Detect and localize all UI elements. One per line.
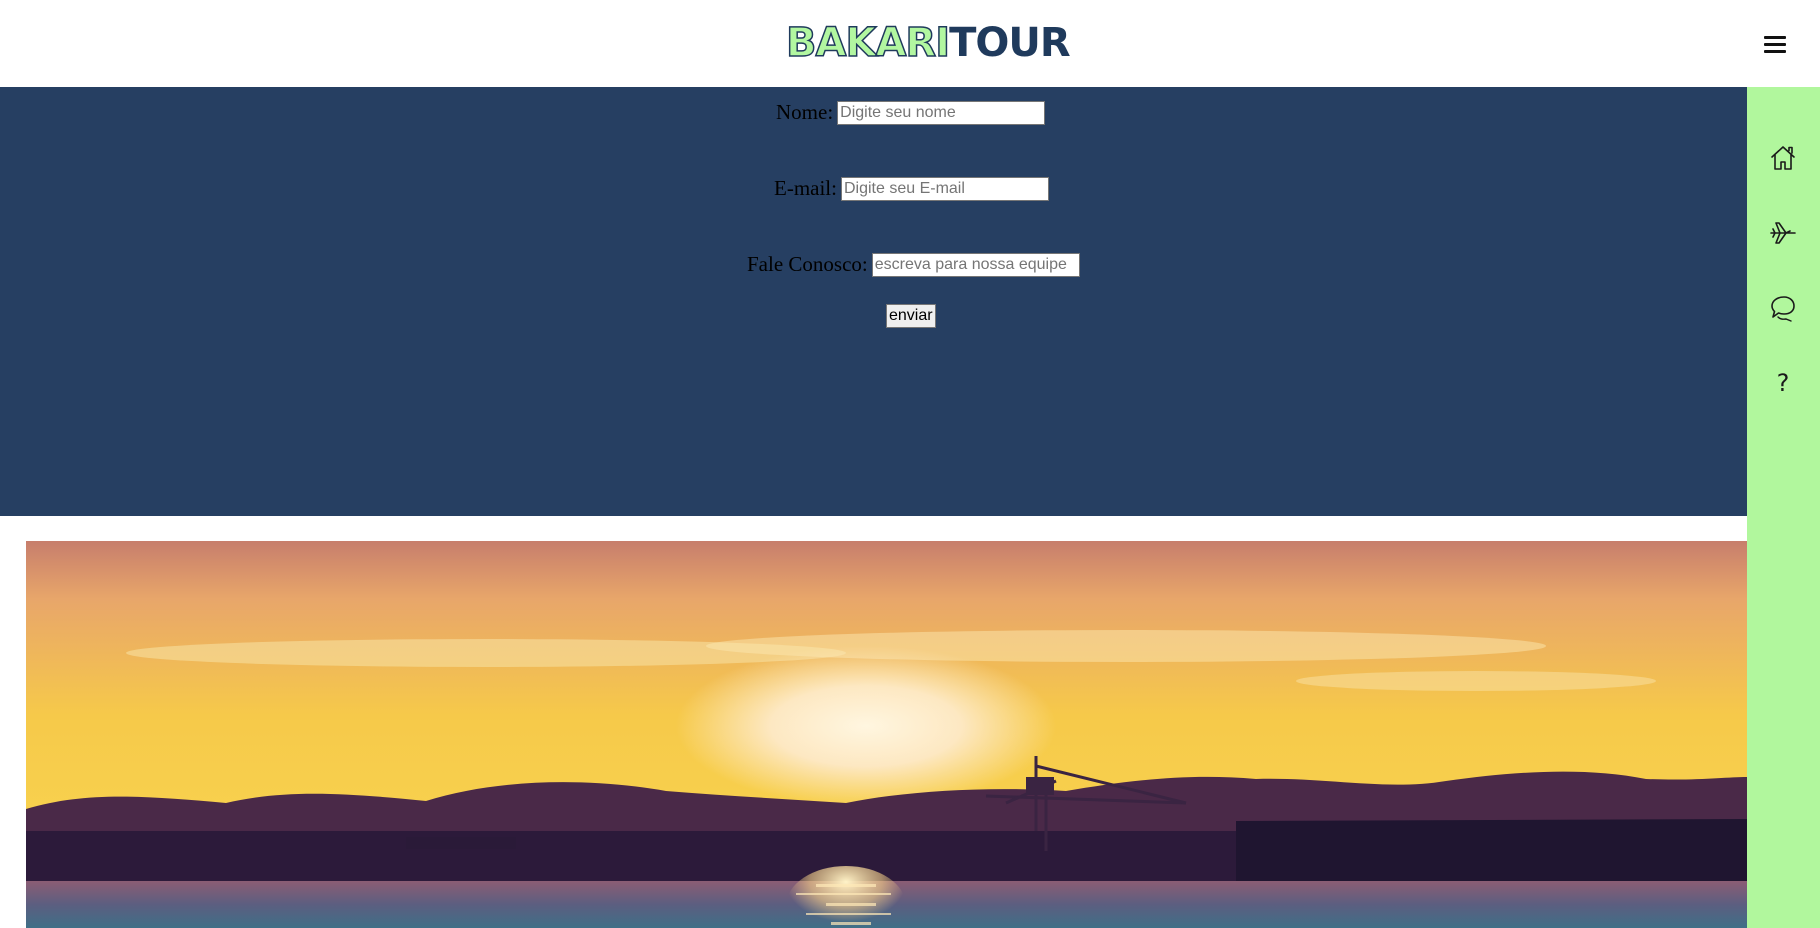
sidebar-nav: ?	[1747, 87, 1820, 928]
contact-row: Fale Conosco:	[747, 252, 1080, 277]
hamburger-menu-icon[interactable]	[1756, 32, 1794, 58]
email-row: E-mail:	[774, 176, 1049, 201]
sidebar-item-travel[interactable]	[1768, 218, 1798, 248]
name-row: Nome:	[776, 100, 1046, 125]
contact-form-section: Nome: E-mail: Fale Conosco: enviar	[0, 87, 1747, 516]
contact-label: Fale Conosco:	[747, 252, 868, 276]
logo-part-bakari: BAKARI	[785, 19, 951, 67]
name-input[interactable]	[837, 100, 1046, 125]
site-logo[interactable]: BAKARITOUR	[785, 18, 1071, 68]
airplane-icon	[1770, 222, 1796, 244]
contact-input[interactable]	[871, 252, 1080, 277]
sidebar-item-home[interactable]	[1768, 143, 1798, 173]
logo-part-tour: TOUR	[949, 20, 1071, 66]
submit-button[interactable]: enviar	[886, 304, 936, 328]
email-input[interactable]	[840, 176, 1049, 201]
sidebar-item-chat[interactable]	[1768, 293, 1798, 323]
name-label: Nome:	[776, 100, 834, 124]
help-icon[interactable]: ?	[1768, 368, 1798, 398]
chat-icon	[1771, 296, 1795, 322]
home-icon	[1771, 146, 1795, 170]
site-header: BAKARITOUR	[0, 0, 1820, 87]
sunset-over-bay-photo	[26, 541, 1747, 928]
email-label: E-mail:	[774, 176, 837, 200]
hero-image	[26, 541, 1747, 928]
